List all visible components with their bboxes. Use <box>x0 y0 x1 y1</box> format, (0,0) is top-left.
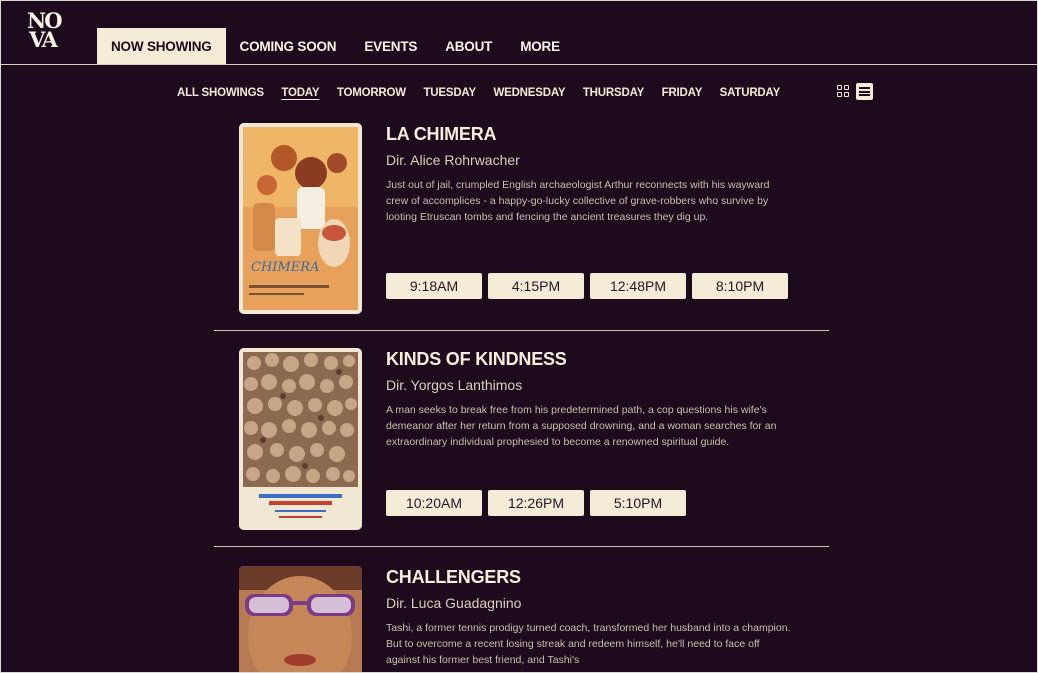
film-info: CHALLENGERS Dir. Luca Guadagnino Tashi, … <box>386 566 796 669</box>
grid-view-icon[interactable] <box>837 84 851 99</box>
film-title[interactable]: LA CHIMERA <box>386 123 796 145</box>
showtime-button[interactable]: 8:10PM <box>692 273 788 299</box>
film-title[interactable]: CHALLENGERS <box>386 566 796 588</box>
film-info: KINDS OF KINDNESS Dir. Yorgos Lanthimos … <box>386 348 796 451</box>
day-saturday[interactable]: SATURDAY <box>720 85 781 101</box>
day-tuesday[interactable]: TUESDAY <box>423 85 476 101</box>
day-thursday[interactable]: THURSDAY <box>583 85 644 101</box>
day-all-showings[interactable]: ALL SHOWINGS <box>177 85 264 101</box>
day-today[interactable]: TODAY <box>281 85 319 101</box>
nova-logo[interactable]: NO VA <box>27 10 67 55</box>
showtime-button[interactable]: 12:26PM <box>488 490 584 516</box>
header-divider <box>1 64 1037 65</box>
showtime-button[interactable]: 10:20AM <box>386 490 482 516</box>
page: NO VA NOW SHOWING COMING SOON EVENTS ABO… <box>0 0 1038 673</box>
day-friday[interactable]: FRIDAY <box>662 85 703 101</box>
nav-about[interactable]: ABOUT <box>431 28 506 64</box>
film-synopsis: A man seeks to break free from his prede… <box>386 404 777 449</box>
day-filter: ALL SHOWINGS TODAY TOMORROW TUESDAY WEDN… <box>177 85 798 101</box>
showtime-button[interactable]: 12:48PM <box>590 273 686 299</box>
showtime-button[interactable]: 9:18AM <box>386 273 482 299</box>
svg-text:CHIMERA: CHIMERA <box>251 260 319 275</box>
nav-coming-soon[interactable]: COMING SOON <box>226 28 351 64</box>
showtimes: 9:18AM 4:15PM 12:48PM 8:10PM <box>386 273 788 299</box>
showtime-button[interactable]: 4:15PM <box>488 273 584 299</box>
showtimes: 10:20AM 12:26PM 5:10PM <box>386 490 686 516</box>
film-card: KINDS OF KINDNESS Dir. Yorgos Lanthimos … <box>239 348 839 533</box>
logo-line-2: VA <box>29 27 58 52</box>
film-card: CHALLENGERS Dir. Luca Guadagnino Tashi, … <box>239 566 839 672</box>
main-nav: NOW SHOWING COMING SOON EVENTS ABOUT MOR… <box>97 28 574 64</box>
film-title[interactable]: KINDS OF KINDNESS <box>386 348 796 370</box>
site-header: NO VA NOW SHOWING COMING SOON EVENTS ABO… <box>1 1 1037 65</box>
nav-more[interactable]: MORE <box>506 28 574 64</box>
nav-events[interactable]: EVENTS <box>350 28 431 64</box>
film-card: CHIMERA LA CHIMERA Dir. Alice Rohrwacher… <box>239 123 839 318</box>
film-director: Dir. Alice Rohrwacher <box>386 152 520 168</box>
film-synopsis: Tashi, a former tennis prodigy turned co… <box>386 622 791 667</box>
list-view-icon[interactable] <box>856 83 873 100</box>
film-divider <box>214 546 829 547</box>
film-poster[interactable] <box>239 348 362 530</box>
film-synopsis: Just out of jail, crumpled English archa… <box>386 179 770 224</box>
film-divider <box>214 330 829 331</box>
day-tomorrow[interactable]: TOMORROW <box>337 85 406 101</box>
film-poster[interactable]: CHIMERA <box>239 123 362 314</box>
film-director: Dir. Yorgos Lanthimos <box>386 377 523 393</box>
nav-now-showing[interactable]: NOW SHOWING <box>97 28 226 64</box>
film-poster[interactable] <box>239 566 362 672</box>
day-wednesday[interactable]: WEDNESDAY <box>493 85 565 101</box>
showtime-button[interactable]: 5:10PM <box>590 490 686 516</box>
film-info: LA CHIMERA Dir. Alice Rohrwacher Just ou… <box>386 123 796 226</box>
film-director: Dir. Luca Guadagnino <box>386 595 522 611</box>
view-toggle <box>837 83 873 100</box>
